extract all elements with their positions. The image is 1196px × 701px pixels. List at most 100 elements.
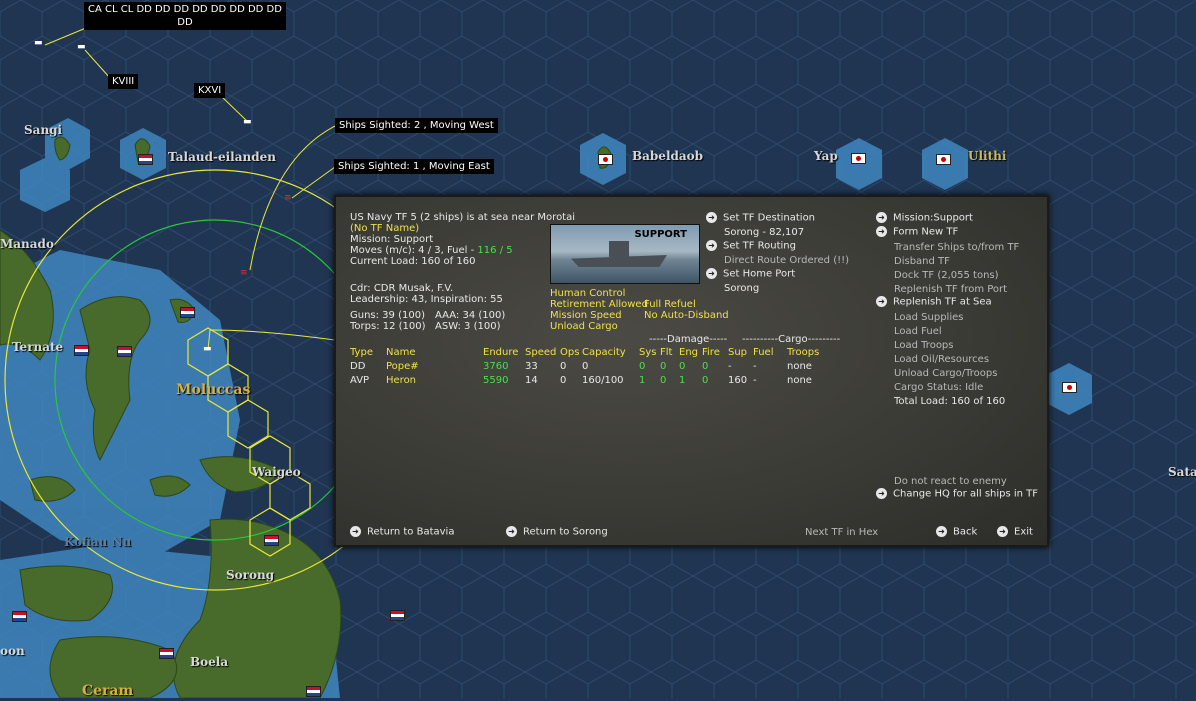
- do-not-react-item[interactable]: Do not react to enemy: [894, 476, 1007, 487]
- back-button[interactable]: ➜ Back: [936, 526, 977, 539]
- arrow-right-icon: ➜: [876, 296, 887, 307]
- base-flag-icon[interactable]: [12, 611, 27, 622]
- tf-composition-label[interactable]: CA CL CL DD DD DD DD DD DD DD DD DD: [84, 2, 286, 30]
- base-flag-icon[interactable]: [306, 686, 321, 697]
- replenish-sea-label: Replenish TF at Sea: [893, 296, 992, 308]
- change-hq-button[interactable]: ➜ Change HQ for all ships in TF: [876, 488, 1038, 501]
- column-header[interactable]: Sup: [728, 345, 753, 359]
- place-sangi: Sangi: [24, 123, 63, 137]
- unload-cargo-troops-item[interactable]: Unload Cargo/Troops: [894, 368, 997, 379]
- tf-name[interactable]: (No TF Name): [350, 223, 419, 234]
- base-flag-icon[interactable]: [159, 648, 174, 659]
- base-flag-icon[interactable]: [390, 610, 405, 621]
- column-header[interactable]: Troops: [787, 345, 827, 359]
- dock-tf-item[interactable]: Dock TF (2,055 tons): [894, 270, 999, 281]
- arrow-right-icon: ➜: [506, 526, 517, 537]
- ship-marker-icon[interactable]: ▬: [77, 42, 86, 52]
- fuel-value: 116 / 5: [477, 245, 513, 256]
- place-waigeo: Waigeo: [252, 465, 301, 479]
- column-header[interactable]: Ops: [560, 345, 582, 359]
- return-batavia-label: Return to Batavia: [367, 526, 455, 538]
- table-cell: 0: [660, 360, 667, 372]
- japan-flag-icon[interactable]: [1062, 382, 1077, 393]
- place-sorong: Sorong: [226, 568, 275, 582]
- return-sorong-button[interactable]: ➜ Return to Sorong: [506, 526, 608, 539]
- enemy-ship-icon[interactable]: ≡: [284, 193, 292, 203]
- arrow-right-icon: ➜: [997, 526, 1008, 537]
- column-header[interactable]: Capacity: [582, 345, 639, 359]
- exit-button[interactable]: ➜ Exit: [997, 526, 1033, 539]
- destination-value: Sorong - 82,107: [724, 227, 805, 238]
- load-supplies-item[interactable]: Load Supplies: [894, 312, 963, 323]
- japan-flag-icon[interactable]: [851, 153, 866, 164]
- load-troops-item[interactable]: Load Troops: [894, 340, 954, 351]
- column-header[interactable]: Speed: [525, 345, 560, 359]
- tf-moves: Moves (m/c): 4 / 3, Fuel - 116 / 5: [350, 245, 513, 256]
- table-cell: 14: [525, 374, 538, 386]
- moves-text: Moves (m/c): 4 / 3, Fuel -: [350, 245, 478, 256]
- disband-tf-item[interactable]: Disband TF: [894, 256, 950, 267]
- japan-flag-icon[interactable]: [598, 154, 613, 165]
- enemy-ship-icon[interactable]: ≡: [240, 268, 248, 278]
- ship-marker-icon[interactable]: ▬: [243, 117, 252, 127]
- column-header[interactable]: Fuel: [753, 345, 787, 359]
- place-ceram: Ceram: [82, 683, 134, 699]
- sighting-label-2[interactable]: Ships Sighted: 1 , Moving East: [334, 159, 494, 174]
- set-home-port-button[interactable]: ➜ Set Home Port: [706, 268, 795, 281]
- place-boela: Boela: [190, 655, 229, 669]
- replenish-port-item[interactable]: Replenish TF from Port: [894, 284, 1007, 295]
- leadership: Leadership: 43, Inspiration: 55: [350, 294, 503, 305]
- base-flag-icon[interactable]: [138, 154, 153, 165]
- opt-unload-cargo[interactable]: Unload Cargo: [550, 321, 618, 332]
- commander[interactable]: Cdr: CDR Musak, F.V.: [350, 283, 453, 294]
- column-header[interactable]: Type: [350, 345, 386, 359]
- form-new-tf-button[interactable]: ➜ Form New TF: [876, 226, 958, 239]
- set-routing-label: Set TF Routing: [723, 240, 796, 252]
- change-hq-label: Change HQ for all ships in TF: [893, 488, 1039, 500]
- opt-mission-speed[interactable]: Mission Speed: [550, 310, 622, 321]
- opt-full-refuel[interactable]: Full Refuel: [644, 299, 696, 310]
- load-oil-item[interactable]: Load Oil/Resources: [894, 354, 989, 365]
- table-row[interactable]: DD Pope# 3760 33 0 0 0 0 0 0- - none: [350, 359, 827, 373]
- load-fuel-item[interactable]: Load Fuel: [894, 326, 942, 337]
- japan-flag-icon[interactable]: [936, 154, 951, 165]
- ship-marker-icon[interactable]: ▬: [34, 38, 43, 48]
- base-flag-icon[interactable]: [180, 307, 195, 318]
- table-cell: 5590: [483, 374, 509, 386]
- table-cell[interactable]: Heron: [386, 373, 483, 387]
- place-ulithi: Ulithi: [968, 149, 1007, 163]
- return-batavia-button[interactable]: ➜ Return to Batavia: [350, 526, 454, 539]
- transfer-ships-item[interactable]: Transfer Ships to/from TF: [894, 242, 1019, 253]
- ship-marker-icon[interactable]: ▬: [203, 344, 212, 354]
- unit-label-kviii[interactable]: KVIII: [108, 74, 139, 89]
- base-flag-icon[interactable]: [264, 535, 279, 546]
- unit-label-kxvi[interactable]: KXVI: [194, 83, 226, 98]
- base-flag-icon[interactable]: [117, 346, 132, 357]
- table-cell[interactable]: Pope#: [386, 359, 483, 373]
- opt-retirement[interactable]: Retirement Allowed: [550, 299, 648, 310]
- column-header[interactable]: Name: [386, 345, 483, 359]
- table-cell: 0: [679, 360, 686, 372]
- form-new-label: Form New TF: [893, 226, 959, 238]
- replenish-sea-button[interactable]: ➜ Replenish TF at Sea: [876, 296, 992, 309]
- place-moluccas: Moluccas: [176, 382, 251, 398]
- mission-button[interactable]: ➜ Mission:Support: [876, 212, 973, 225]
- column-header[interactable]: Sys: [639, 345, 660, 359]
- cargo-group-header: ----------Cargo---------: [742, 334, 841, 345]
- table-cell: DD: [350, 360, 366, 372]
- table-row[interactable]: AVP Heron 5590 14 0 160/100 1 0 1 0 160- none: [350, 373, 827, 387]
- set-routing-button[interactable]: ➜ Set TF Routing: [706, 240, 796, 253]
- column-header[interactable]: Endure: [483, 345, 525, 359]
- column-header[interactable]: Eng: [679, 345, 702, 359]
- base-flag-icon[interactable]: [74, 345, 89, 356]
- opt-human-control[interactable]: Human Control: [550, 288, 625, 299]
- set-destination-button[interactable]: ➜ Set TF Destination: [706, 212, 815, 225]
- column-header[interactable]: Fire: [702, 345, 728, 359]
- table-cell: 1: [639, 374, 646, 386]
- column-header[interactable]: Flt: [660, 345, 679, 359]
- opt-no-auto-disband[interactable]: No Auto-Disband: [644, 310, 729, 321]
- return-sorong-label: Return to Sorong: [523, 526, 608, 538]
- next-tf-in-hex[interactable]: Next TF in Hex: [805, 527, 878, 538]
- sighting-label-1[interactable]: Ships Sighted: 2 , Moving West: [335, 118, 498, 133]
- asw: ASW: 3 (100): [435, 321, 501, 332]
